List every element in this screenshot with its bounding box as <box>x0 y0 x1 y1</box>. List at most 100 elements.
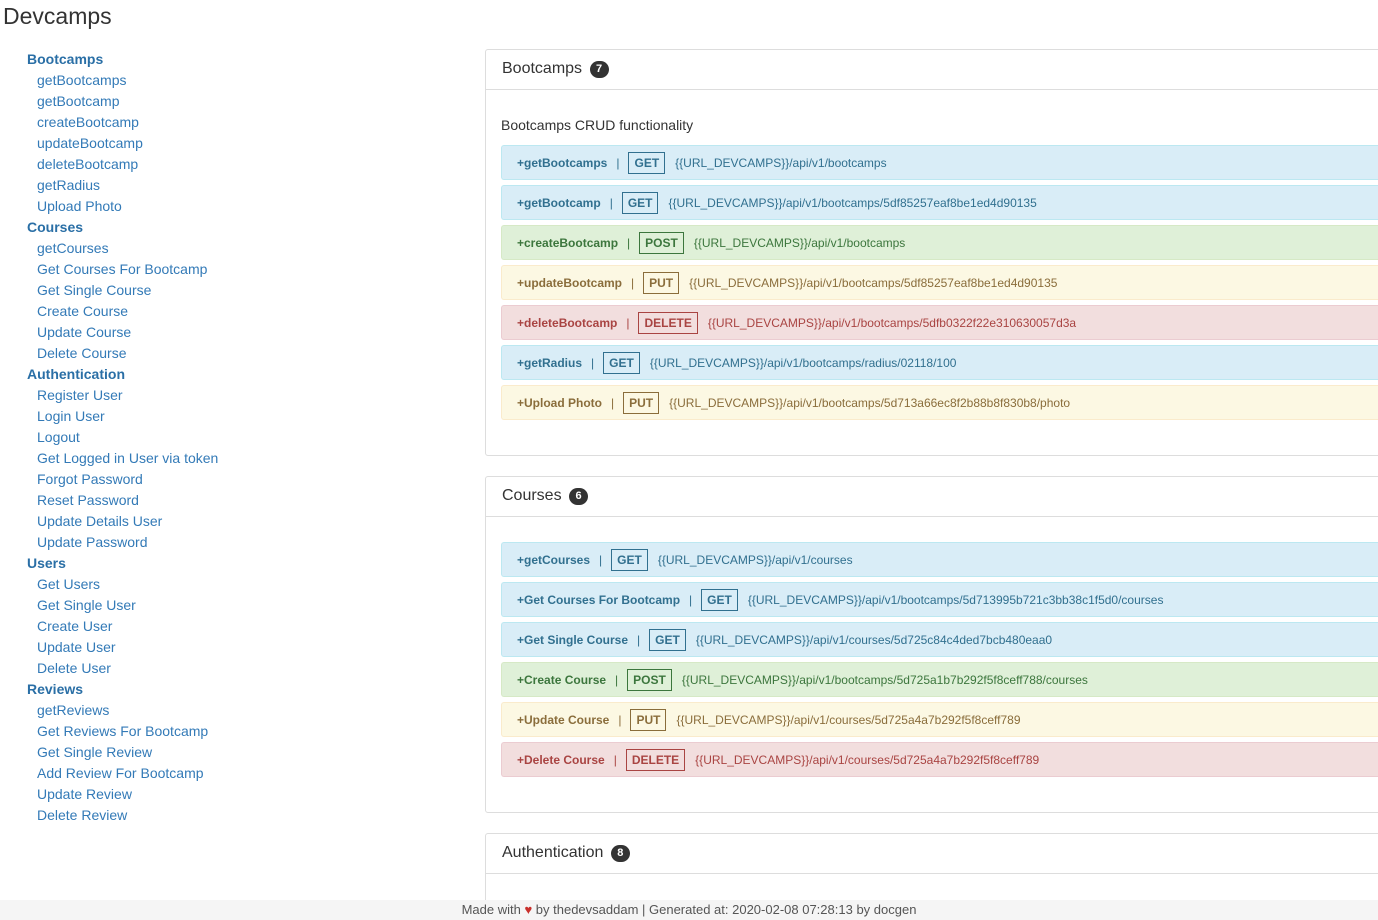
section-title: Authentication <box>502 844 604 861</box>
sidebar-item[interactable]: Delete User <box>27 658 327 679</box>
sidebar-item[interactable]: Login User <box>27 406 327 427</box>
sidebar-item[interactable]: Register User <box>27 385 327 406</box>
sidebar-item[interactable]: Get Single Course <box>27 280 327 301</box>
http-method-badge: PUT <box>643 271 680 294</box>
endpoint-row[interactable]: +deleteBootcamp | DELETE {{URL_DEVCAMPS}}/a… <box>501 305 1378 340</box>
endpoint-url: {{URL_DEVCAMPS}}/api/v1/bootcamps <box>693 235 906 250</box>
courses-panel: Courses 6 +getCourses | GET {{URL_DEVCAMPS}… <box>485 476 1378 813</box>
sidebar-item[interactable]: getCourses <box>27 238 327 259</box>
footer: Made with ♥ by thedevsaddam | Generated … <box>0 900 1378 920</box>
separator: | <box>618 712 622 727</box>
sidebar-item[interactable]: updateBootcamp <box>27 133 327 154</box>
sidebar-group-courses[interactable]: Courses <box>27 217 327 238</box>
sidebar-item[interactable]: Get Courses For Bootcamp <box>27 259 327 280</box>
http-method-badge: GET <box>603 351 640 374</box>
endpoint-name: +updateBootcamp <box>517 275 623 290</box>
sidebar-item[interactable]: Update Course <box>27 322 327 343</box>
separator: | <box>599 552 603 567</box>
http-method-badge: GET <box>628 151 666 174</box>
endpoint-row[interactable]: +Get Courses For Bootcamp | GET {{URL_DEVCA… <box>501 582 1378 617</box>
http-method-badge: PUT <box>623 391 660 414</box>
endpoint-url: {{URL_DEVCAMPS}}/api/v1/bootcamps/5d725a… <box>681 672 1088 687</box>
sidebar-item[interactable]: Update Review <box>27 784 327 805</box>
sidebar-item[interactable]: Update Details User <box>27 511 327 532</box>
sidebar-item[interactable]: Add Review For Bootcamp <box>27 763 327 784</box>
separator: | <box>626 315 630 330</box>
sidebar-item[interactable]: Update User <box>27 637 327 658</box>
endpoint-url: {{URL_DEVCAMPS}}/api/v1/bootcamps/5df852… <box>689 275 1058 290</box>
panel-heading: Courses 6 <box>486 477 1378 517</box>
sidebar-item[interactable]: Get Users <box>27 574 327 595</box>
separator: | <box>615 672 619 687</box>
endpoint-row[interactable]: +Create Course | POST {{URL_DEVCAMPS}}/api/… <box>501 662 1378 697</box>
endpoint-name: +Get Courses For Bootcamp <box>517 592 681 607</box>
separator: | <box>613 752 617 767</box>
endpoint-url: {{URL_DEVCAMPS}}/api/v1/bootcamps/5df852… <box>668 195 1037 210</box>
endpoint-row[interactable]: +Delete Course | DELETE {{URL_DEVCAMPS}}/ap… <box>501 742 1378 777</box>
http-method-badge: GET <box>649 628 686 651</box>
endpoint-url: {{URL_DEVCAMPS}}/api/v1/courses <box>657 552 853 567</box>
endpoint-url: {{URL_DEVCAMPS}}/api/v1/bootcamps/5dfb03… <box>707 315 1077 330</box>
sidebar-item[interactable]: Get Single Review <box>27 742 327 763</box>
bootcamps-panel: Bootcamps 7 Bootcamps CRUD functionality… <box>485 49 1378 456</box>
sidebar-item[interactable]: Create Course <box>27 301 327 322</box>
http-method-badge: DELETE <box>638 311 698 334</box>
sidebar-item[interactable]: Forgot Password <box>27 469 327 490</box>
endpoint-name: +Upload Photo <box>517 395 602 410</box>
sidebar-group-users[interactable]: Users <box>27 553 327 574</box>
endpoint-row[interactable]: +Get Single Course | GET {{URL_DEVCAMPS}}/a… <box>501 622 1378 657</box>
http-method-badge: PUT <box>630 708 667 731</box>
endpoint-url: {{URL_DEVCAMPS}}/api/v1/courses/5d725a4a… <box>676 712 1021 727</box>
endpoint-name: +getBootcamp <box>517 195 601 210</box>
sidebar-group-bootcamps[interactable]: Bootcamps <box>27 49 327 70</box>
endpoint-list: +getCourses | GET {{URL_DEVCAMPS}}/api/v1/c… <box>501 542 1378 777</box>
endpoint-name: +getCourses <box>517 552 591 567</box>
separator: | <box>631 275 635 290</box>
sidebar-item[interactable]: Get Single User <box>27 595 327 616</box>
sidebar-item[interactable]: getReviews <box>27 700 327 721</box>
sidebar-item[interactable]: Create User <box>27 616 327 637</box>
sidebar-item[interactable]: getBootcamps <box>27 70 327 91</box>
sidebar-item[interactable]: Upload Photo <box>27 196 327 217</box>
endpoint-row[interactable]: +getRadius | GET {{URL_DEVCAMPS}}/api/v1/bo… <box>501 345 1378 380</box>
sidebar-item[interactable]: getBootcamp <box>27 91 327 112</box>
http-method-badge: GET <box>701 588 738 611</box>
sidebar-item[interactable]: Reset Password <box>27 490 327 511</box>
sidebar-item[interactable]: Logout <box>27 427 327 448</box>
endpoint-url: {{URL_DEVCAMPS}}/api/v1/bootcamps <box>675 155 887 170</box>
http-method-badge: GET <box>621 191 659 214</box>
endpoint-row[interactable]: +updateBootcamp | PUT {{URL_DEVCAMPS}}/api/… <box>501 265 1378 300</box>
sidebar-group-reviews[interactable]: Reviews <box>27 679 327 700</box>
sidebar-item[interactable]: Get Logged in User via token <box>27 448 327 469</box>
endpoint-row[interactable]: +Upload Photo | PUT {{URL_DEVCAMPS}}/api/v1… <box>501 385 1378 420</box>
section-title: Bootcamps <box>502 60 583 77</box>
endpoint-row[interactable]: +getBootcamps | GET {{URL_DEVCAMPS}}/api/v1… <box>501 145 1378 180</box>
sidebar-item[interactable]: Delete Review <box>27 805 327 826</box>
sidebar-item[interactable]: Delete Course <box>27 343 327 364</box>
http-method-badge: POST <box>627 668 672 691</box>
separator: | <box>627 235 631 250</box>
sidebar-group-authentication[interactable]: Authentication <box>27 364 327 385</box>
app-title: Devcamps <box>3 3 112 29</box>
endpoint-row[interactable]: +Update Course | PUT {{URL_DEVCAMPS}}/api/v… <box>501 702 1378 737</box>
endpoint-count-badge: 8 <box>610 845 630 862</box>
sidebar-item[interactable]: Get Reviews For Bootcamp <box>27 721 327 742</box>
sidebar-item[interactable]: deleteBootcamp <box>27 154 327 175</box>
sidebar-item[interactable]: createBootcamp <box>27 112 327 133</box>
endpoint-url: {{URL_DEVCAMPS}}/api/v1/bootcamps/5d713a… <box>669 395 1071 410</box>
endpoint-count-badge: 7 <box>589 61 609 78</box>
endpoint-url: {{URL_DEVCAMPS}}/api/v1/bootcamps/5d7139… <box>747 592 1164 607</box>
separator: | <box>609 195 613 210</box>
endpoint-url: {{URL_DEVCAMPS}}/api/v1/bootcamps/radius… <box>649 355 957 370</box>
endpoint-row[interactable]: +createBootcamp | POST {{URL_DEVCAMPS}}/api… <box>501 225 1378 260</box>
endpoint-url: {{URL_DEVCAMPS}}/api/v1/courses/5d725a4a… <box>695 752 1040 767</box>
endpoint-name: +getRadius <box>517 355 583 370</box>
sidebar-item[interactable]: getRadius <box>27 175 327 196</box>
separator: | <box>591 355 595 370</box>
panel-heading: Bootcamps 7 <box>486 50 1378 90</box>
endpoint-name: +Delete Course <box>517 752 605 767</box>
separator: | <box>689 592 693 607</box>
sidebar-item[interactable]: Update Password <box>27 532 327 553</box>
endpoint-row[interactable]: +getBootcamp | GET {{URL_DEVCAMPS}}/api/v1/… <box>501 185 1378 220</box>
endpoint-row[interactable]: +getCourses | GET {{URL_DEVCAMPS}}/api/v1/c… <box>501 542 1378 577</box>
